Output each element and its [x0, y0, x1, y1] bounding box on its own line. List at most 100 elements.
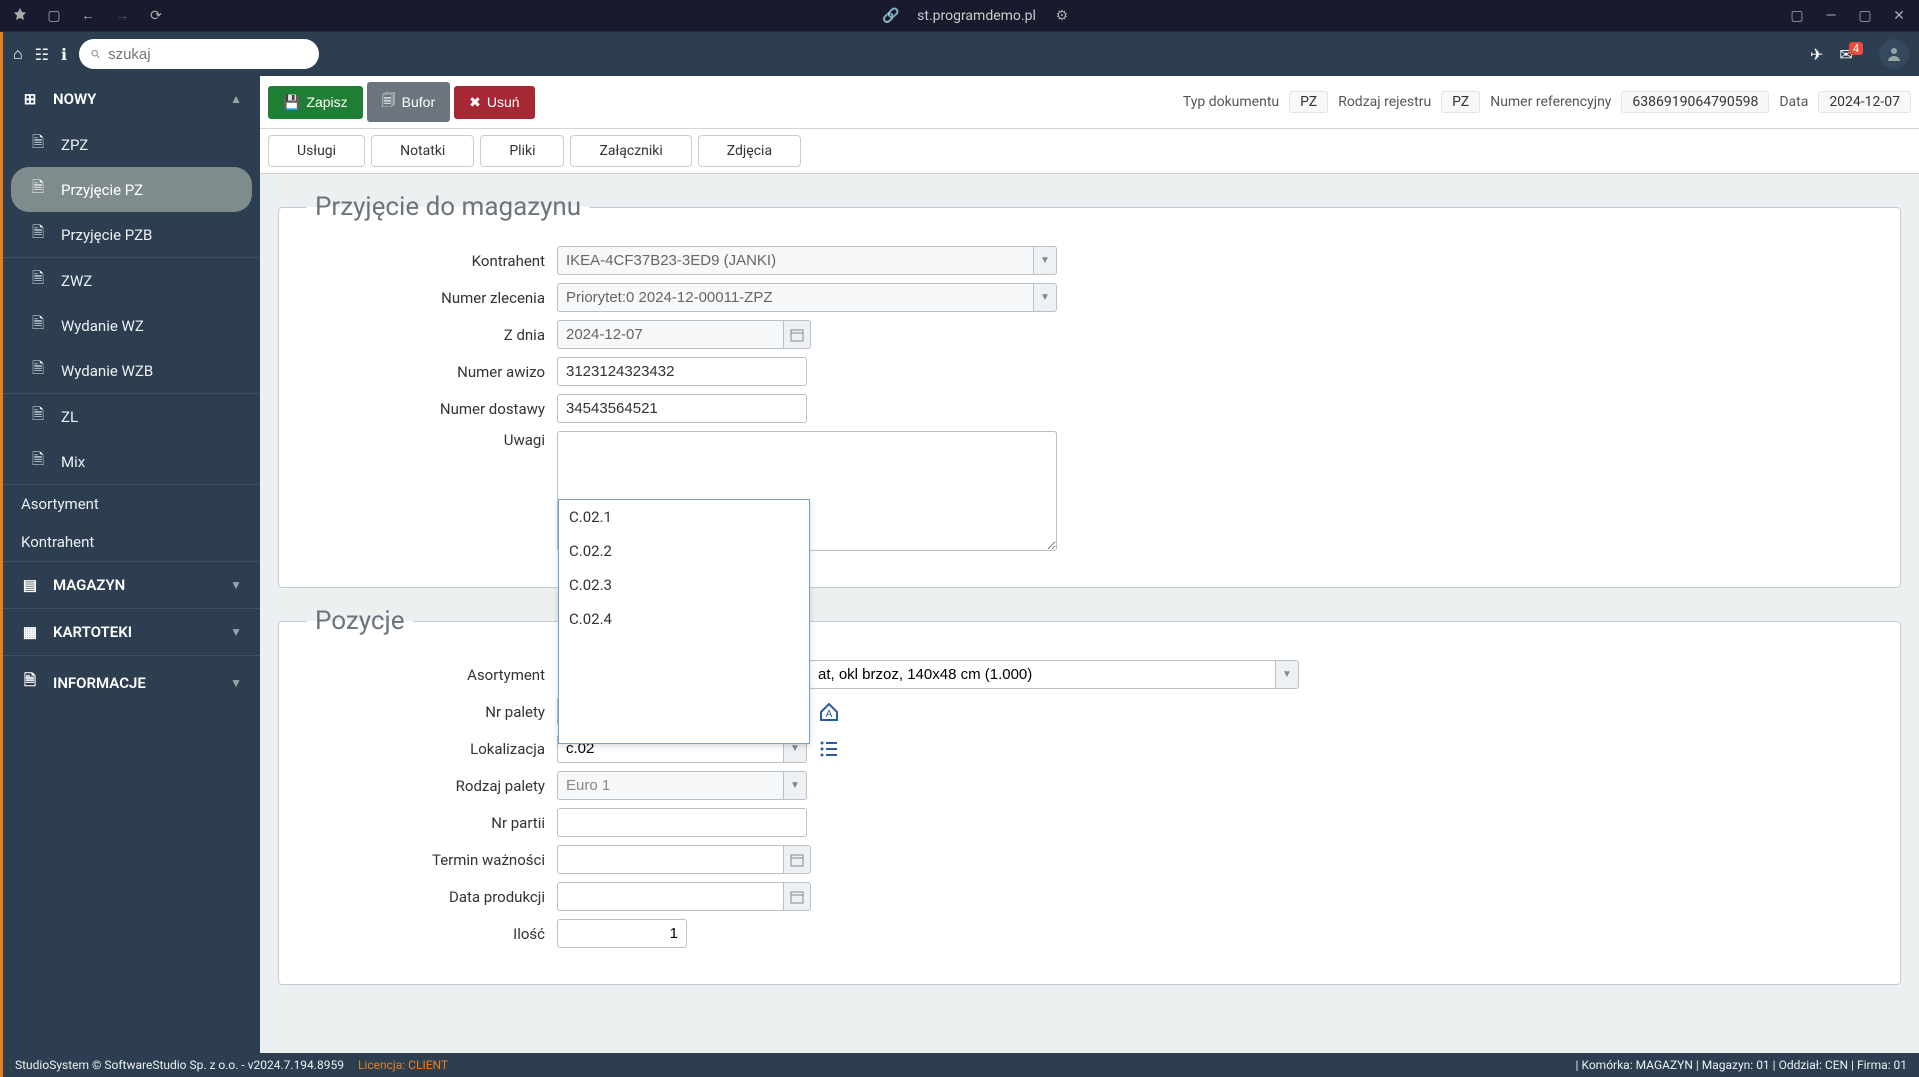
- doc-icon: 🗎: [29, 404, 47, 429]
- footer-license: Licencja: CLIENT: [358, 1058, 448, 1072]
- sidebar-item-label: Przyjęcie PZ: [61, 181, 143, 199]
- link-icon: 🔗: [883, 8, 899, 24]
- tab-zalaczniki[interactable]: Załączniki: [570, 135, 691, 167]
- data-prod-input[interactable]: [557, 882, 783, 911]
- numer-awizo-input[interactable]: [557, 357, 807, 386]
- dropdown-button[interactable]: ▼: [1033, 246, 1057, 275]
- tab-zdjecia[interactable]: Zdjęcia: [698, 135, 801, 167]
- doc-icon: 🗎: [29, 313, 47, 338]
- label-ilosc: Ilość: [307, 925, 557, 943]
- info-icon[interactable]: ℹ: [61, 45, 67, 64]
- dropdown-button[interactable]: ▼: [783, 771, 807, 800]
- z-dnia-input[interactable]: [557, 320, 783, 349]
- sidebar-item-zwz[interactable]: 🗎 ZWZ: [3, 258, 260, 303]
- app-icon: [12, 8, 28, 24]
- list-button[interactable]: [815, 735, 843, 763]
- list-icon[interactable]: ☷: [35, 45, 49, 64]
- sidebar-item-przyjecie-pzb[interactable]: 🗎 Przyjęcie PZB: [3, 212, 260, 257]
- asortyment-input[interactable]: [809, 660, 1275, 689]
- label-numer-awizo: Numer awizo: [307, 363, 557, 381]
- calendar-button[interactable]: [783, 320, 811, 349]
- dropdown-option[interactable]: C.02.3: [559, 568, 809, 602]
- sidebar-section-kartoteki[interactable]: ▦ KARTOTEKI ▼: [3, 609, 260, 655]
- tune-icon[interactable]: ⚙: [1054, 8, 1070, 24]
- scan-button[interactable]: A: [815, 698, 843, 726]
- back-icon[interactable]: ←: [80, 8, 96, 24]
- sidebar-item-zpz[interactable]: 🗎 ZPZ: [3, 122, 260, 167]
- scan-icon: A: [818, 701, 840, 723]
- sidebar-item-przyjecie-pz[interactable]: 🗎 Przyjęcie PZ: [11, 167, 252, 212]
- tabs: Usługi Notatki Pliki Załączniki Zdjęcia: [260, 129, 1919, 174]
- chevron-down-icon: ▼: [230, 578, 242, 592]
- kontrahent-combo[interactable]: ▼: [557, 246, 1057, 275]
- sidebar-item-wydanie-wz[interactable]: 🗎 Wydanie WZ: [3, 303, 260, 348]
- sidebar-item-zl[interactable]: 🗎 ZL: [3, 394, 260, 439]
- tab-pliki[interactable]: Pliki: [480, 135, 564, 167]
- kontrahent-input[interactable]: [557, 246, 1033, 275]
- panel-pozycje: Pozycje Asortyment ▼ Nr palety A Lokaliz…: [278, 606, 1901, 985]
- label-data-prod: Data produkcji: [307, 888, 557, 906]
- close-icon[interactable]: ✕: [1891, 8, 1907, 24]
- btn-label: Usuń: [487, 94, 520, 110]
- svg-text:A: A: [826, 709, 833, 720]
- user-avatar[interactable]: [1879, 39, 1909, 69]
- notif-badge: 4: [1849, 42, 1863, 55]
- search-input[interactable]: [108, 46, 307, 63]
- dropdown-option[interactable]: C.02.1: [559, 500, 809, 534]
- meta-label: Data: [1779, 94, 1808, 110]
- buffer-icon: 🗐: [382, 90, 396, 114]
- sidebar-item-asortyment[interactable]: Asortyment: [3, 485, 260, 523]
- sidebar-item-label: Mix: [61, 453, 85, 471]
- footer-status: | Komórka: MAGAZYN | Magazyn: 01 | Oddzi…: [1576, 1058, 1907, 1072]
- sidebar-item-label: Wydanie WZB: [61, 362, 153, 380]
- rodzaj-palety-input[interactable]: [557, 771, 783, 800]
- chevron-down-icon: ▼: [230, 625, 242, 639]
- dropdown-button[interactable]: ▼: [1033, 283, 1057, 312]
- tab-uslugi[interactable]: Usługi: [268, 135, 365, 167]
- label-nr-partii: Nr partii: [307, 814, 557, 832]
- btn-label: Bufor: [402, 94, 435, 110]
- footer: StudioSystem © SoftwareStudio Sp. z o.o.…: [0, 1053, 1919, 1077]
- sidebar-item-label: Wydanie WZ: [61, 317, 144, 335]
- sidebar-item-label: Przyjęcie PZB: [61, 226, 152, 244]
- sidebar-toggle-icon[interactable]: ▢: [46, 8, 62, 24]
- sidebar-section-nowy[interactable]: ⊞ NOWY ▲: [3, 76, 260, 122]
- calendar-button[interactable]: [783, 845, 811, 874]
- bufor-button[interactable]: 🗐 Bufor: [367, 82, 450, 122]
- sidebar-item-kontrahent[interactable]: Kontrahent: [3, 523, 260, 561]
- numer-dostawy-input[interactable]: [557, 394, 807, 423]
- label-numer-dostawy: Numer dostawy: [307, 400, 557, 418]
- numer-zlecenia-combo[interactable]: ▼: [557, 283, 1057, 312]
- lokalizacja-dropdown[interactable]: C.02.1 C.02.2 C.02.3 C.02.4: [558, 499, 810, 744]
- dropdown-option[interactable]: C.02.4: [559, 602, 809, 636]
- chevron-up-icon: ▲: [230, 92, 242, 106]
- zapisz-button[interactable]: 💾 Zapisz: [268, 86, 363, 119]
- sidebar-section-magazyn[interactable]: ▤ MAGAZYN ▼: [3, 562, 260, 608]
- search-container: [79, 39, 319, 69]
- termin-input[interactable]: [557, 845, 783, 874]
- maximize-icon[interactable]: ▢: [1857, 8, 1873, 24]
- reload-icon[interactable]: ⟳: [148, 8, 164, 24]
- panel-icon[interactable]: ▢: [1789, 8, 1805, 24]
- tab-notatki[interactable]: Notatki: [371, 135, 474, 167]
- sidebar-section-informacje[interactable]: 🗎 INFORMACJE ▼: [3, 656, 260, 709]
- sidebar-item-mix[interactable]: 🗎 Mix: [3, 439, 260, 484]
- meta-label: Typ dokumentu: [1183, 94, 1279, 110]
- info-doc-icon: 🗎: [21, 670, 39, 695]
- btn-label: Zapisz: [306, 94, 347, 110]
- minimize-icon[interactable]: —: [1823, 8, 1839, 24]
- nr-partii-input[interactable]: [557, 808, 807, 837]
- action-toolbar: 💾 Zapisz 🗐 Bufor ✖ Usuń Typ dokumentu PZ…: [260, 76, 1919, 129]
- meta-data-value: 2024-12-07: [1818, 91, 1911, 113]
- plane-icon[interactable]: ✈: [1810, 45, 1823, 64]
- home-icon[interactable]: ⌂: [13, 44, 23, 64]
- usun-button[interactable]: ✖ Usuń: [454, 86, 534, 119]
- forward-icon[interactable]: →: [114, 8, 130, 24]
- dropdown-option[interactable]: C.02.2: [559, 534, 809, 568]
- ilosc-input[interactable]: [557, 919, 687, 948]
- list-icon: [819, 739, 839, 759]
- dropdown-button[interactable]: ▼: [1275, 660, 1299, 689]
- calendar-button[interactable]: [783, 882, 811, 911]
- numer-zlecenia-input[interactable]: [557, 283, 1033, 312]
- sidebar-item-wydanie-wzb[interactable]: 🗎 Wydanie WZB: [3, 348, 260, 393]
